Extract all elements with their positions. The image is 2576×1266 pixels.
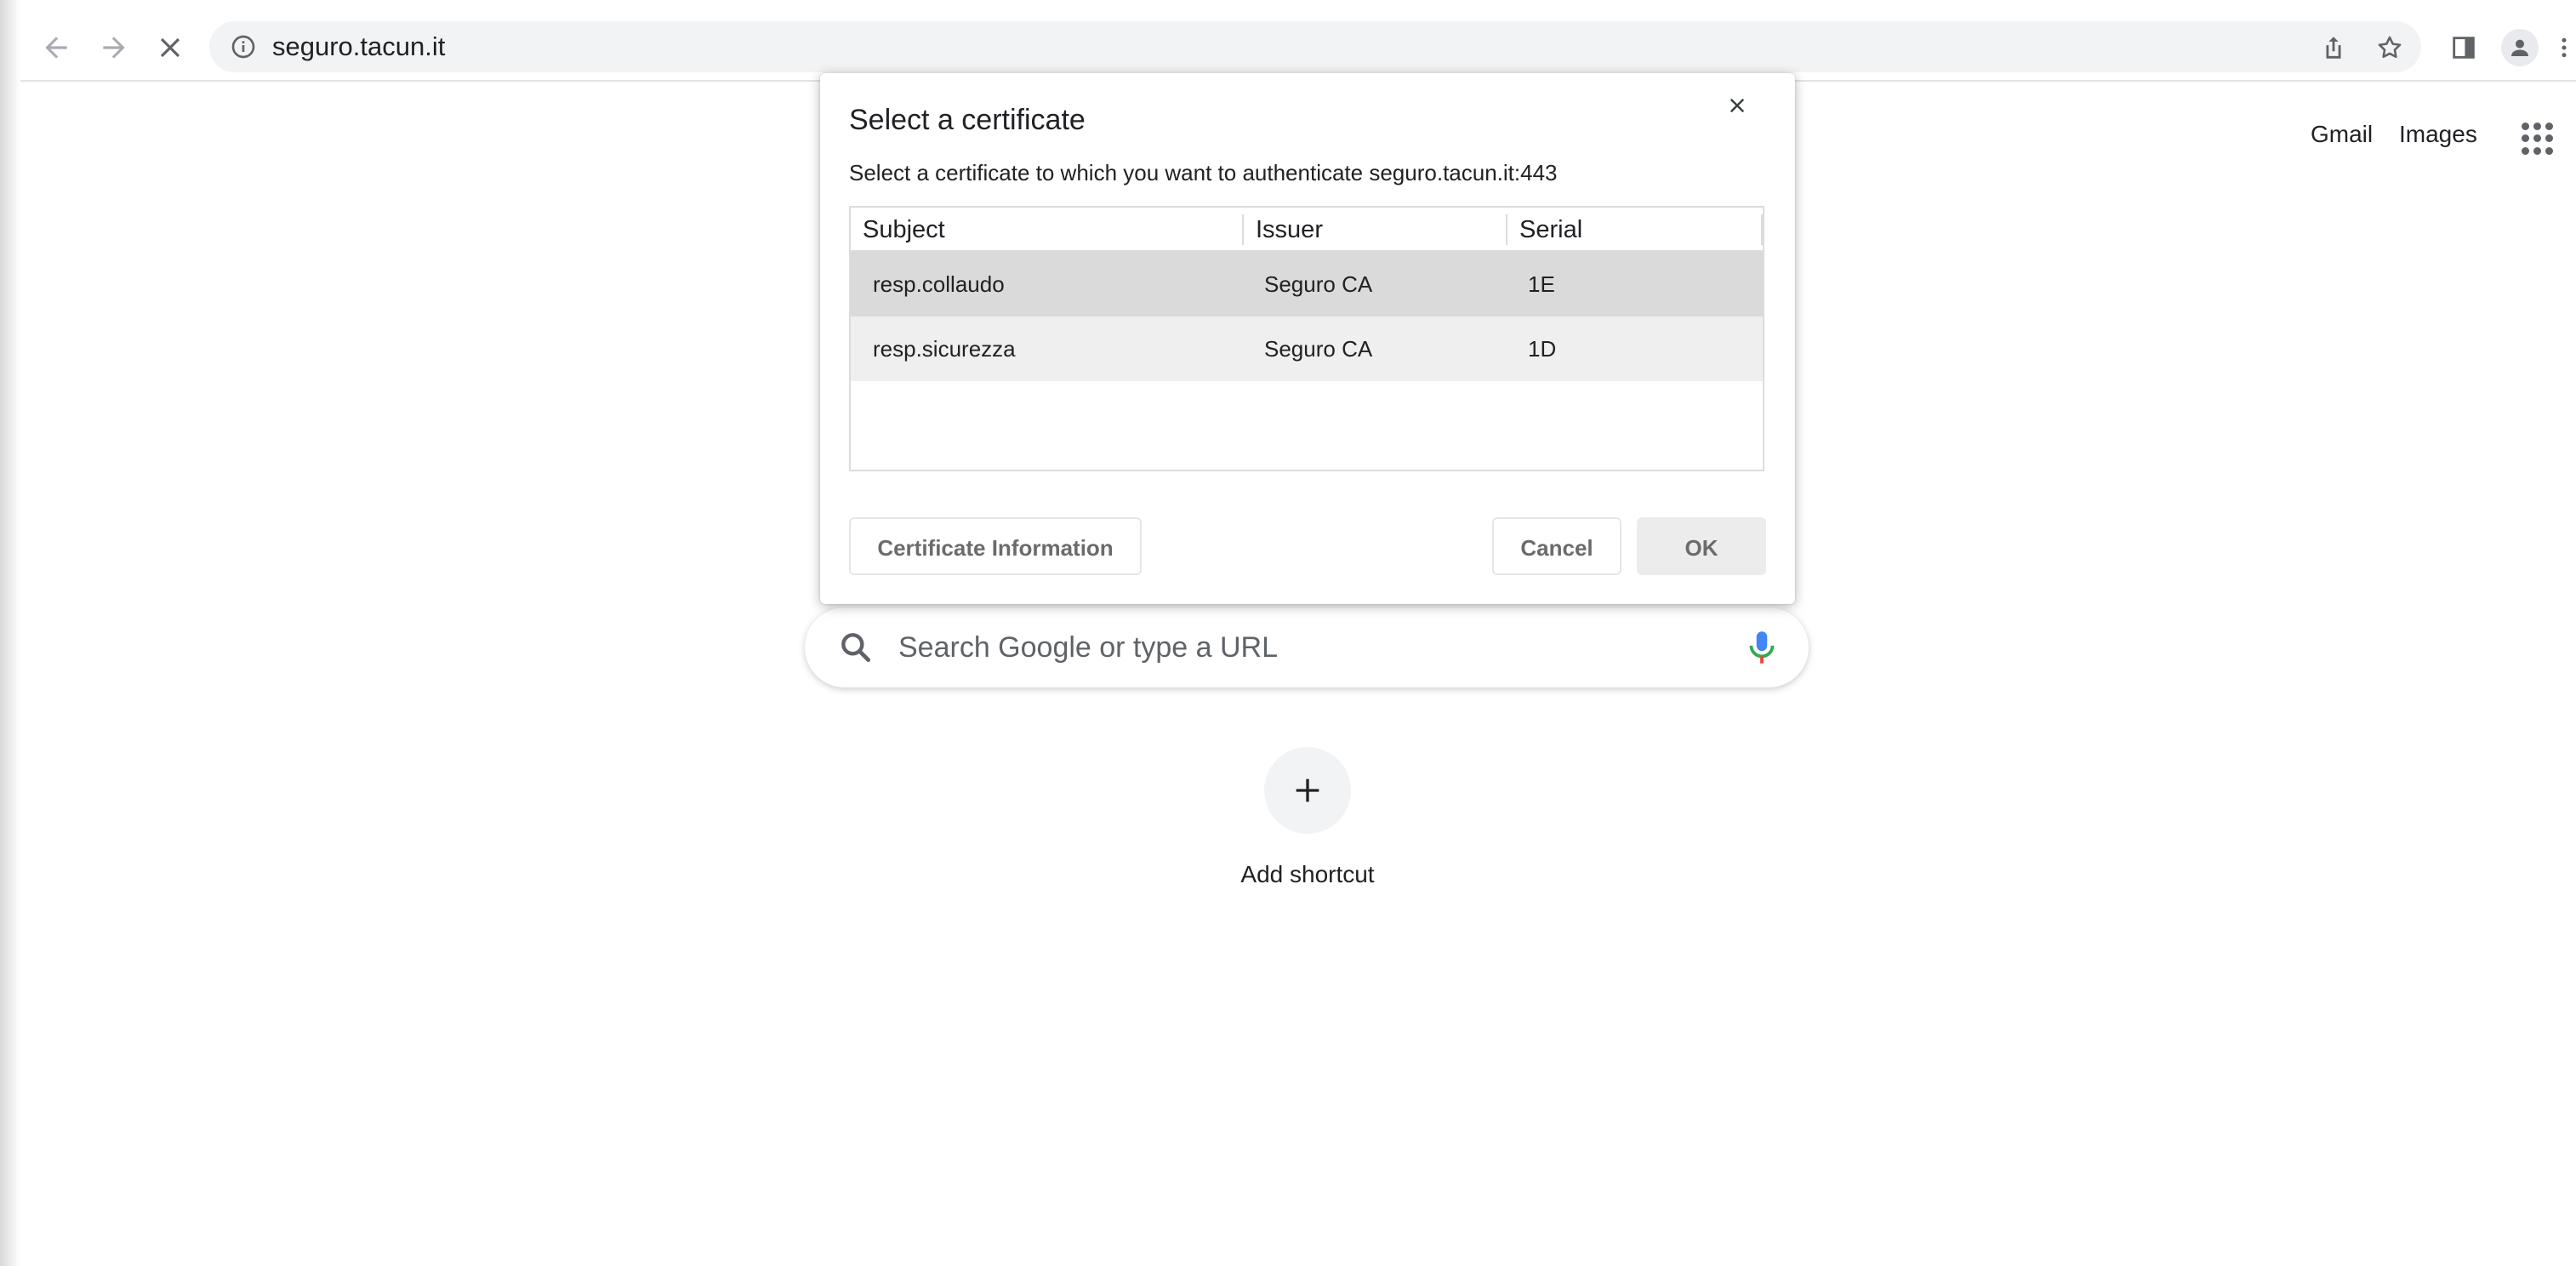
forward-arrow-icon (103, 37, 125, 59)
cell-issuer: Seguro CA (1264, 336, 1373, 362)
certificate-information-button[interactable]: Certificate Information (849, 517, 1142, 575)
back-button[interactable] (31, 15, 82, 80)
table-row[interactable]: resp.sicurezza Seguro CA 1D (851, 316, 1763, 381)
url-text[interactable]: seguro.tacun.it (272, 21, 445, 72)
side-panel-icon (2453, 37, 2475, 59)
forward-button[interactable] (88, 15, 140, 80)
back-arrow-icon (45, 37, 67, 59)
window-left-edge (0, 0, 20, 1266)
close-icon (1730, 98, 1745, 113)
column-header-subject[interactable]: Subject (863, 208, 945, 250)
add-shortcut-button[interactable] (1264, 747, 1351, 834)
plus-icon (1296, 778, 1319, 802)
cell-serial: 1D (1528, 336, 1557, 362)
share-icon (2326, 37, 2341, 59)
kebab-menu-icon (2562, 37, 2567, 58)
microphone-icon[interactable] (1741, 626, 1783, 669)
share-button[interactable] (2316, 30, 2351, 66)
info-icon[interactable] (230, 33, 257, 60)
person-icon (2511, 39, 2528, 56)
column-header-serial[interactable]: Serial (1519, 208, 1582, 250)
apps-grid-icon[interactable] (2522, 123, 2554, 155)
stop-button[interactable] (145, 15, 196, 80)
window-top-edge (0, 0, 2576, 15)
cell-subject: resp.sicurezza (873, 336, 1016, 362)
cancel-button[interactable]: Cancel (1492, 517, 1621, 575)
cell-issuer: Seguro CA (1264, 271, 1373, 297)
gmail-link[interactable]: Gmail (2311, 121, 2373, 148)
dialog-subtitle: Select a certificate to which you want t… (849, 160, 1558, 185)
bookmark-button[interactable] (2372, 30, 2408, 66)
menu-button[interactable] (2552, 27, 2576, 68)
search-placeholder: Search Google or type a URL (898, 631, 1279, 664)
column-divider[interactable] (1242, 214, 1244, 245)
side-panel-button[interactable] (2443, 27, 2484, 68)
avatar (2501, 29, 2539, 66)
omnibox[interactable]: seguro.tacun.it (209, 21, 2421, 72)
column-divider[interactable] (1761, 214, 1763, 245)
table-header: Subject Issuer Serial (851, 208, 1763, 252)
add-shortcut-label: Add shortcut (1240, 861, 1375, 887)
images-link[interactable]: Images (2399, 121, 2477, 148)
ok-button[interactable]: OK (1637, 517, 1766, 575)
close-button[interactable] (1717, 85, 1758, 126)
browser-toolbar: seguro.tacun.it (20, 15, 2576, 82)
ntp-search-box[interactable]: Search Google or type a URL (805, 607, 1809, 687)
column-header-issuer[interactable]: Issuer (1256, 208, 1323, 250)
table-row[interactable]: resp.collaudo Seguro CA 1E (851, 252, 1763, 316)
star-icon (2378, 36, 2402, 59)
profile-button[interactable] (2499, 27, 2540, 68)
cell-subject: resp.collaudo (873, 271, 1005, 297)
stop-loading-icon (160, 37, 180, 58)
certificate-table: Subject Issuer Serial resp.collaudo Segu… (849, 206, 1764, 471)
column-divider[interactable] (1506, 214, 1507, 245)
search-icon (841, 633, 871, 663)
cell-serial: 1E (1528, 271, 1555, 297)
select-certificate-dialog: Select a certificate Select a certificat… (820, 73, 1795, 604)
dialog-title: Select a certificate (849, 104, 1086, 136)
